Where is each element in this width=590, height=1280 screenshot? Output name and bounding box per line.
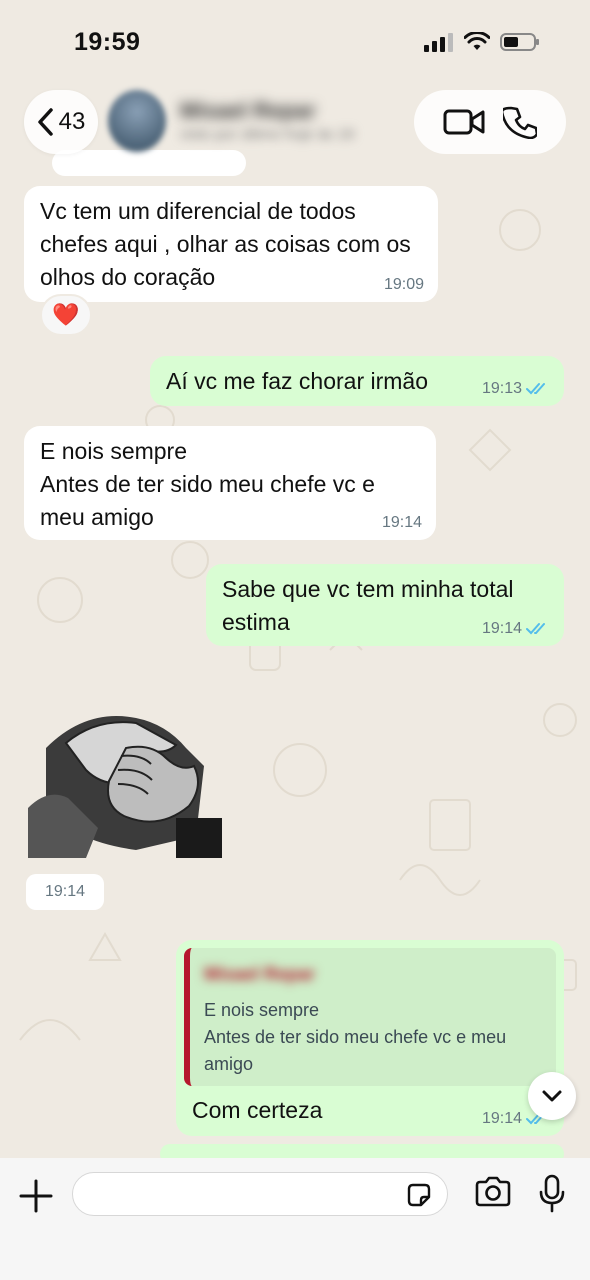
- message-meta: 19:13: [482, 380, 550, 398]
- contact-name[interactable]: Misael Repar: [180, 98, 316, 124]
- sticker-icon[interactable]: [405, 1181, 433, 1209]
- message-time: 19:14: [481, 620, 522, 637]
- message-input[interactable]: [73, 1173, 373, 1215]
- message-bubble-outgoing-reply[interactable]: Misael Repar E nois sempre Antes de ter …: [176, 940, 564, 1136]
- status-bar: 19:59: [0, 0, 590, 80]
- message-text: Vc tem um diferencial de todos chefes aq…: [40, 198, 411, 290]
- message-list: Vc tem um diferencial de todos chefes aq…: [0, 0, 590, 1280]
- message-input-wrapper: [72, 1172, 448, 1216]
- sticker-time: 19:14: [26, 874, 104, 910]
- heart-reaction-icon: ❤️: [52, 302, 80, 327]
- plus-icon[interactable]: [18, 1178, 54, 1214]
- message-time: 19:14: [481, 1110, 522, 1127]
- double-check-icon: [526, 383, 545, 395]
- message-bubble-incoming[interactable]: Vc tem um diferencial de todos chefes aq…: [24, 186, 438, 302]
- reaction-badge[interactable]: ❤️: [40, 294, 92, 336]
- scroll-to-bottom-button[interactable]: [528, 1072, 576, 1120]
- status-time: 19:59: [74, 28, 141, 56]
- status-icons: [424, 32, 540, 52]
- wifi-icon: [464, 32, 490, 50]
- voice-call-icon[interactable]: [503, 105, 537, 139]
- camera-icon[interactable]: [474, 1176, 512, 1208]
- message-bubble-outgoing[interactable]: Sabe que vc tem minha total estima 19:14: [206, 564, 564, 646]
- chat-header: 43 Misael Repar visto por último hoje às…: [0, 80, 590, 168]
- message-time: 19:14: [381, 514, 422, 531]
- call-actions: [414, 90, 566, 154]
- double-check-icon: [526, 623, 545, 635]
- unread-count: 43: [58, 108, 86, 135]
- chevron-left-icon: [37, 108, 53, 136]
- message-bubble-incoming[interactable]: E nois sempre Antes de ter sido meu chef…: [24, 426, 436, 540]
- quoted-author: Misael Repar: [204, 964, 316, 984]
- message-text: Com certeza: [192, 1097, 323, 1123]
- signal-icon: [424, 33, 453, 52]
- message-meta: 19:14: [382, 514, 422, 532]
- back-button[interactable]: 43: [24, 90, 98, 154]
- message-time: 19:09: [383, 276, 424, 293]
- clasped-hands-sticker[interactable]: [26, 688, 222, 858]
- message-bubble-outgoing[interactable]: Aí vc me faz chorar irmão 19:13: [150, 356, 564, 406]
- message-time: 19:13: [481, 380, 522, 397]
- message-meta: 19:14: [482, 620, 550, 638]
- message-text: E nois sempre Antes de ter sido meu chef…: [40, 438, 375, 530]
- quoted-message[interactable]: Misael Repar E nois sempre Antes de ter …: [184, 948, 556, 1086]
- composer-bar: [0, 1158, 590, 1280]
- video-call-icon[interactable]: [443, 108, 485, 136]
- quoted-text: E nois sempre Antes de ter sido meu chef…: [204, 1000, 507, 1074]
- chevron-down-icon: [542, 1090, 562, 1102]
- contact-last-seen: visto por último hoje às 19: [180, 126, 355, 143]
- message-meta: 19:09: [384, 276, 424, 294]
- avatar[interactable]: [108, 90, 166, 152]
- battery-icon: [500, 33, 539, 51]
- microphone-icon[interactable]: [538, 1174, 566, 1214]
